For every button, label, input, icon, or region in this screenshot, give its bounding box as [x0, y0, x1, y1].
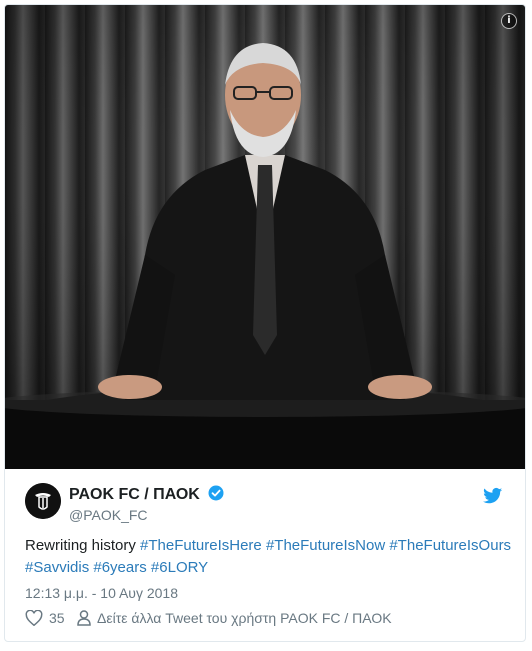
photo-illustration — [5, 43, 525, 469]
display-name[interactable]: PAOK FC / ΠΑΟΚ — [69, 486, 200, 503]
more-tweets-link[interactable]: Δείτε άλλα Tweet του χρήστη PAOK FC / ΠΑ… — [77, 610, 392, 626]
hashtag-link[interactable]: #6LORY — [151, 559, 208, 576]
user-handle[interactable]: @PAOK_FC — [69, 505, 224, 525]
heart-icon — [25, 610, 43, 626]
tweet-text: Rewriting history #TheFutureIsHere #TheF… — [25, 535, 513, 579]
tweet-actions: 35 Δείτε άλλα Tweet του χρήστη PAOK FC /… — [25, 610, 505, 634]
tweet-header: PAOK FC / ΠΑΟΚ @PAOK_FC — [25, 483, 507, 525]
more-tweets-label: Δείτε άλλα Tweet του χρήστη PAOK FC / ΠΑ… — [97, 610, 392, 626]
like-count: 35 — [49, 610, 65, 626]
tweet-timestamp[interactable]: 12:13 μ.μ. - 10 Αυγ 2018 — [25, 585, 178, 601]
tweet-text-plain: Rewriting history — [25, 537, 141, 554]
twitter-bird-icon[interactable] — [483, 487, 503, 505]
avatar[interactable] — [25, 483, 61, 519]
info-icon[interactable]: i — [501, 13, 517, 29]
embedded-tweet-card: i PAOK FC / ΠΑΟΚ @PAOK_FC Rewriting hist… — [4, 4, 526, 642]
like-button[interactable]: 35 — [25, 610, 65, 626]
hashtag-link[interactable]: #TheFutureIsHere — [140, 537, 262, 554]
hashtag-link[interactable]: #TheFutureIsNow — [266, 537, 385, 554]
verified-badge-icon — [208, 485, 224, 501]
tweet-photo[interactable]: i — [5, 5, 525, 469]
hashtag-link[interactable]: #Savvidis — [25, 559, 89, 576]
hashtag-link[interactable]: #TheFutureIsOurs — [389, 537, 511, 554]
paok-logo-icon — [25, 483, 61, 519]
hashtag-link[interactable]: #6years — [93, 559, 146, 576]
person-icon — [77, 610, 91, 626]
